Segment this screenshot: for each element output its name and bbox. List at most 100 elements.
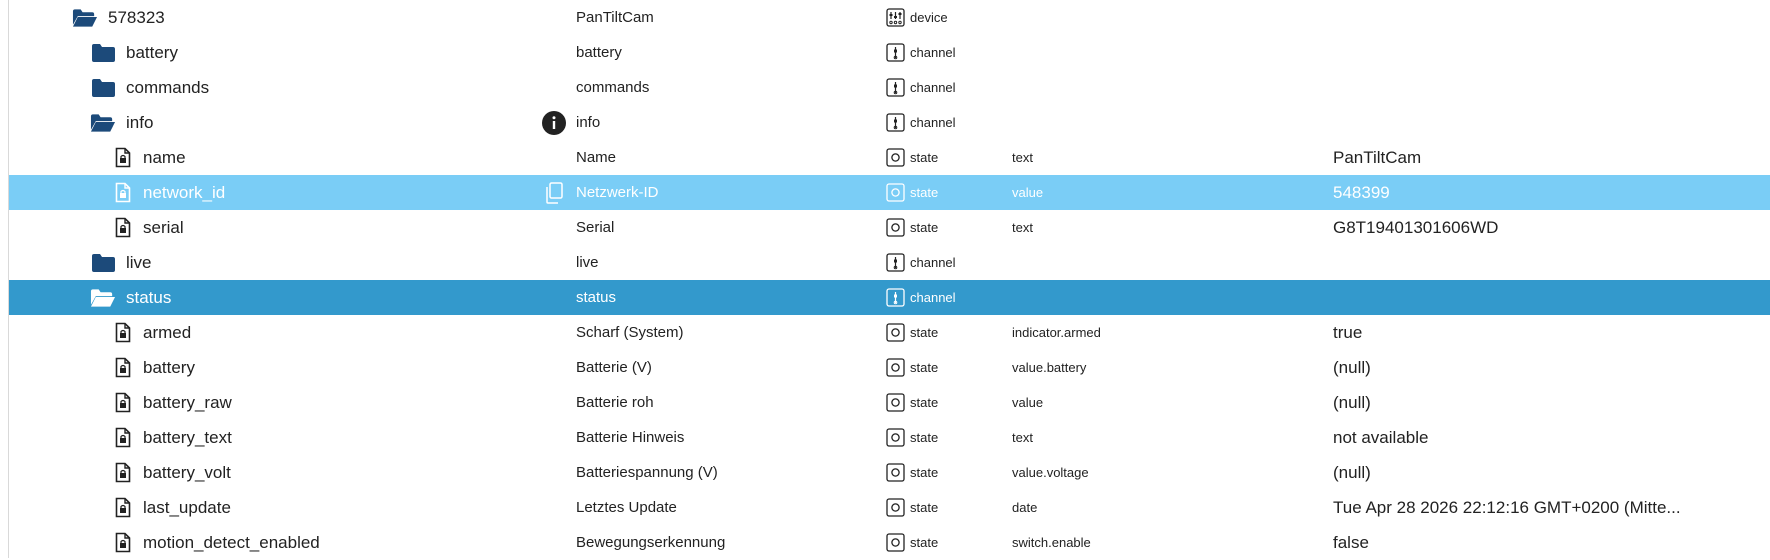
object-name: live — [576, 254, 599, 271]
object-type: channel — [910, 290, 956, 305]
object-id: 578323 — [108, 8, 165, 27]
object-id: commands — [126, 78, 210, 97]
tree-row[interactable]: battery Batterie (V) state value.battery (nu… — [9, 350, 1770, 385]
tree-row[interactable]: battery_text Batterie Hinweis state text not… — [9, 420, 1770, 455]
state-icon — [886, 140, 908, 175]
device-icon — [886, 0, 908, 35]
tree-row[interactable]: commands commands channel — [9, 70, 1770, 105]
object-type: state — [910, 395, 939, 410]
state-icon — [886, 315, 908, 350]
object-name: commands — [576, 79, 650, 96]
state-icon — [886, 385, 908, 420]
object-role: value.battery — [1012, 360, 1087, 375]
object-name: Bewegungserkennung — [576, 534, 726, 551]
copy-icon[interactable] — [541, 175, 567, 210]
object-value[interactable]: not available — [1333, 420, 1428, 455]
info-icon[interactable] — [541, 105, 567, 140]
object-id: serial — [143, 218, 184, 237]
tree-row[interactable]: last_update Letztes Update state date Tue Ap… — [9, 490, 1770, 525]
object-value[interactable]: 548399 — [1333, 175, 1390, 210]
object-value[interactable]: (null) — [1333, 350, 1371, 385]
folder-icon[interactable] — [90, 70, 116, 105]
tree-row[interactable]: info info channel — [9, 105, 1770, 140]
object-type: state — [910, 325, 939, 340]
tree-row[interactable]: battery_raw Batterie roh state value (null) — [9, 385, 1770, 420]
channel-icon — [886, 35, 908, 70]
tree-row[interactable]: armed Scharf (System) state indicator.armed… — [9, 315, 1770, 350]
object-name: Scharf (System) — [576, 324, 684, 341]
tree-row[interactable]: name Name state text PanTiltCam — [9, 140, 1770, 175]
object-type: state — [910, 220, 939, 235]
object-role: text — [1012, 430, 1033, 445]
object-id: battery — [143, 358, 195, 377]
object-tree: 578323 PanTiltCam device battery battery chan… — [0, 0, 1770, 558]
file-lock-icon — [110, 140, 136, 175]
object-type: state — [910, 360, 939, 375]
tree-row[interactable]: status status channel — [9, 280, 1770, 315]
object-type: channel — [910, 80, 956, 95]
object-id: last_update — [143, 498, 231, 517]
file-lock-icon — [110, 420, 136, 455]
folder-icon[interactable] — [90, 245, 116, 280]
object-id: live — [126, 253, 152, 272]
object-id: armed — [143, 323, 192, 342]
object-value[interactable]: false — [1333, 525, 1369, 560]
tree-row[interactable]: motion_detect_enabled Bewegungserkennung s… — [9, 525, 1770, 560]
object-role: indicator.armed — [1012, 325, 1101, 340]
object-id: name — [143, 148, 186, 167]
object-value[interactable]: (null) — [1333, 385, 1371, 420]
object-name: Batterie Hinweis — [576, 429, 685, 446]
object-type: state — [910, 430, 939, 445]
object-role: text — [1012, 220, 1033, 235]
file-lock-icon — [110, 350, 136, 385]
file-lock-icon — [110, 385, 136, 420]
object-type: channel — [910, 255, 956, 270]
object-name: Batterie roh — [576, 394, 654, 411]
object-role: switch.enable — [1012, 535, 1091, 550]
object-role: date — [1012, 500, 1038, 515]
object-id: status — [126, 288, 172, 307]
tree-row[interactable]: battery battery channel — [9, 35, 1770, 70]
object-type: channel — [910, 45, 956, 60]
object-type: state — [910, 500, 939, 515]
folder-open-icon[interactable] — [90, 280, 116, 315]
object-value[interactable]: G8T19401301606WD — [1333, 210, 1498, 245]
channel-icon — [886, 105, 908, 140]
folder-icon[interactable] — [90, 35, 116, 70]
state-icon — [886, 210, 908, 245]
object-role: value.voltage — [1012, 465, 1089, 480]
object-id: battery_text — [143, 428, 232, 447]
object-id: network_id — [143, 183, 226, 202]
object-type: state — [910, 465, 939, 480]
state-icon — [886, 420, 908, 455]
tree-row[interactable]: serial Serial state text G8T19401301606WD — [9, 210, 1770, 245]
object-type: state — [910, 185, 939, 200]
file-lock-icon — [110, 315, 136, 350]
file-lock-icon — [110, 490, 136, 525]
tree-row[interactable]: live live channel — [9, 245, 1770, 280]
object-type: device — [910, 10, 948, 25]
object-value[interactable]: Tue Apr 28 2026 22:12:16 GMT+0200 (Mitte… — [1333, 490, 1681, 525]
folder-open-icon[interactable] — [90, 105, 116, 140]
file-lock-icon — [110, 175, 136, 210]
tree-row[interactable]: 578323 PanTiltCam device — [9, 0, 1770, 35]
object-role: value — [1012, 395, 1044, 410]
state-icon — [886, 175, 908, 210]
state-icon — [886, 350, 908, 385]
object-type: state — [910, 150, 939, 165]
object-value[interactable]: (null) — [1333, 455, 1371, 490]
tree-row[interactable]: network_id Netzwerk-ID state value 548399 — [9, 175, 1770, 210]
object-id: info — [126, 113, 154, 132]
object-name: PanTiltCam — [576, 9, 654, 26]
folder-open-icon[interactable] — [72, 0, 98, 35]
object-type: channel — [910, 115, 956, 130]
object-name: Name — [576, 149, 617, 166]
object-type: state — [910, 535, 939, 550]
tree-row[interactable]: battery_volt Batteriespannung (V) state val… — [9, 455, 1770, 490]
channel-icon — [886, 245, 908, 280]
object-name: battery — [576, 44, 622, 61]
object-name: Netzwerk-ID — [576, 184, 659, 201]
object-value[interactable]: PanTiltCam — [1333, 140, 1421, 175]
file-lock-icon — [110, 455, 136, 490]
object-value[interactable]: true — [1333, 315, 1362, 350]
